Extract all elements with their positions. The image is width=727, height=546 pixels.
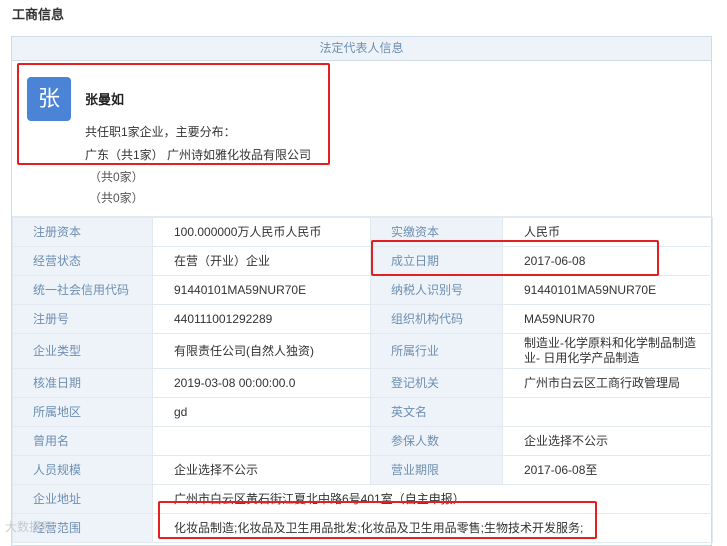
field-label: 企业类型: [12, 333, 153, 369]
field-label: 登记机关: [370, 368, 503, 398]
table-row: 曾用名 参保人数 企业选择不公示: [12, 426, 713, 456]
table-row: 核准日期 2019-03-08 00:00:00.0 登记机关 广州市白云区工商…: [12, 368, 713, 398]
legal-rep-other-1: （共0家）: [89, 170, 144, 184]
watermark: 大数据局: [5, 520, 54, 534]
legal-rep-other-2: （共0家）: [89, 191, 144, 205]
field-label: 所属行业: [370, 333, 503, 369]
field-value: 91440101MA59NUR70E: [502, 275, 713, 305]
field-label: 注册号: [12, 304, 153, 334]
field-label: 经营状态: [12, 246, 153, 276]
field-value: 制造业-化学原料和化学制品制造业- 日用化学产品制造: [502, 333, 713, 369]
field-value: 在营（开业）企业: [152, 246, 371, 276]
field-value: 有限责任公司(自然人独资): [152, 333, 371, 369]
field-label: 核准日期: [12, 368, 153, 398]
field-value: 企业选择不公示: [502, 426, 713, 456]
field-label: 纳税人识别号: [370, 275, 503, 305]
field-label: 曾用名: [12, 426, 153, 456]
field-label: 企业地址: [12, 484, 153, 514]
field-label: 英文名: [370, 397, 503, 427]
field-value: 2019-03-08 00:00:00.0: [152, 368, 371, 398]
field-value: 440111001292289: [152, 304, 371, 334]
highlight-box-legal-rep: [17, 63, 330, 165]
field-value: MA59NUR70: [502, 304, 713, 334]
field-value: 91440101MA59NUR70E: [152, 275, 371, 305]
field-value: 2017-06-08至: [502, 455, 713, 485]
table-row: 所属地区 gd 英文名: [12, 397, 713, 427]
field-label: 注册资本: [12, 217, 153, 247]
field-label: 参保人数: [370, 426, 503, 456]
field-value: [502, 397, 713, 427]
highlight-box-business-scope: [158, 501, 597, 539]
field-value: 100.000000万人民币人民币: [152, 217, 371, 247]
field-label: 人员规模: [12, 455, 153, 485]
table-row: 企业类型 有限责任公司(自然人独资) 所属行业 制造业-化学原料和化学制品制造业…: [12, 333, 713, 369]
table-row: 注册号 440111001292289 组织机构代码 MA59NUR70: [12, 304, 713, 334]
field-label: 统一社会信用代码: [12, 275, 153, 305]
legal-rep-header: 法定代表人信息: [12, 37, 711, 61]
field-value: [152, 426, 371, 456]
field-label: 组织机构代码: [370, 304, 503, 334]
field-value: 企业选择不公示: [152, 455, 371, 485]
field-label: 所属地区: [12, 397, 153, 427]
field-value: 广州市白云区工商行政管理局: [502, 368, 713, 398]
highlight-box-founding-date: [371, 240, 659, 276]
field-value: gd: [152, 397, 371, 427]
table-row: 统一社会信用代码 91440101MA59NUR70E 纳税人识别号 91440…: [12, 275, 713, 305]
page-title: 工商信息: [12, 7, 65, 22]
table-row: 人员规模 企业选择不公示 营业期限 2017-06-08至: [12, 455, 713, 485]
field-label: 营业期限: [370, 455, 503, 485]
